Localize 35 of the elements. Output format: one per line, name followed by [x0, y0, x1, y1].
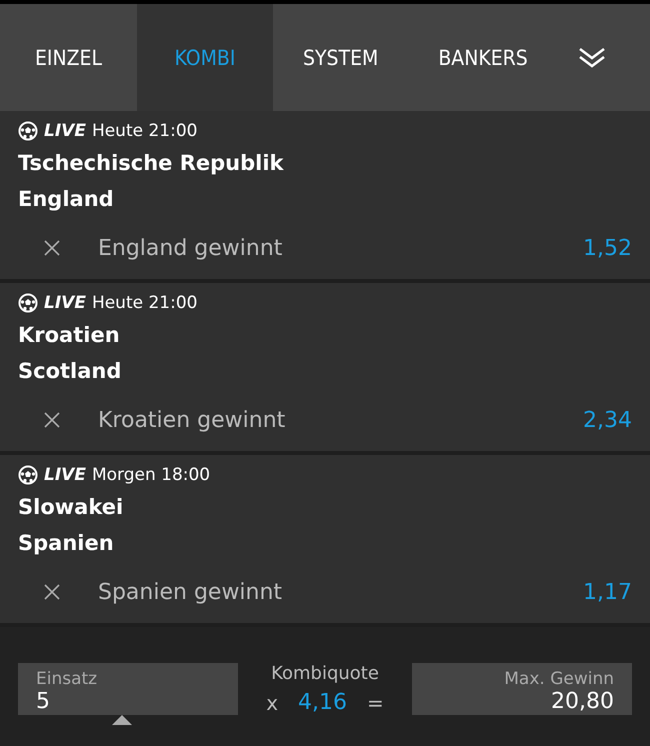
- selection-label: Kroatien gewinnt: [98, 408, 286, 432]
- match-time: Heute 21:00: [92, 121, 198, 141]
- equals-sign: =: [367, 690, 384, 714]
- odds-value: 1,17: [583, 580, 632, 604]
- match-time: Heute 21:00: [92, 293, 198, 313]
- team-name: Kroatien: [18, 322, 121, 349]
- team-name: England: [18, 186, 115, 213]
- match-time: Morgen 18:00: [92, 465, 210, 485]
- combo-odds-label: Kombiquote: [271, 663, 379, 684]
- close-icon: [44, 584, 60, 600]
- live-label: LIVE: [44, 121, 86, 141]
- remove-button[interactable]: [44, 584, 60, 600]
- selection-label: Spanien gewinnt: [98, 580, 284, 604]
- team-name: Slowakei: [18, 494, 124, 521]
- tab[interactable]: KOMBI: [137, 4, 273, 111]
- odds-value: 2,34: [583, 408, 632, 432]
- odds-value: 1,52: [583, 236, 632, 260]
- close-icon: [44, 412, 60, 428]
- football-icon: [18, 293, 38, 313]
- total-odds: 4,16: [298, 690, 348, 715]
- selection-label: England gewinnt: [98, 236, 284, 260]
- team-name: Tschechische Republik: [18, 150, 285, 177]
- pointer-icon: [112, 715, 132, 725]
- max-win-panel: Max. Gewinn 20,80: [412, 663, 632, 715]
- close-icon: [44, 240, 60, 256]
- team-name: Scotland: [18, 358, 122, 385]
- team-name: Spanien: [18, 530, 115, 557]
- multiply-sign: x: [266, 690, 278, 714]
- live-label: LIVE: [44, 293, 86, 313]
- remove-button[interactable]: [44, 412, 60, 428]
- remove-button[interactable]: [44, 240, 60, 256]
- football-icon: [18, 465, 38, 485]
- live-label: LIVE: [44, 465, 86, 485]
- football-icon: [18, 121, 38, 141]
- double-chevron-down-icon: [578, 46, 606, 70]
